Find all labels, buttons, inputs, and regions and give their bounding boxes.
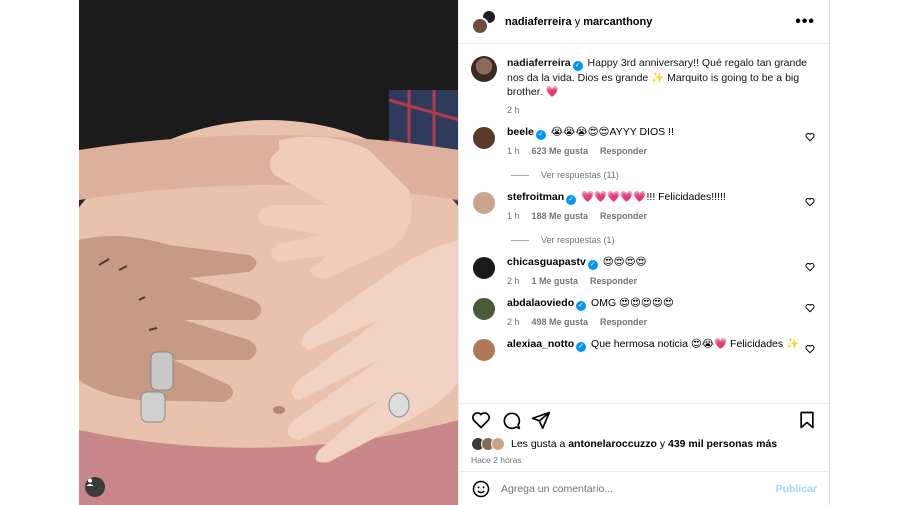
comment-item: beele ✓ 😭😭😭😍😍AYYY DIOS !! 1 h 623 Me gusta R… (469, 123, 817, 180)
post-header: nadiaferreira y marcanthony ••• (459, 0, 829, 44)
comment-avatar[interactable] (469, 335, 499, 365)
comment-username[interactable]: stefroitman (507, 191, 564, 203)
comment-like-heart-icon[interactable] (805, 303, 815, 313)
post-photo[interactable] (79, 0, 458, 505)
publish-button[interactable]: Publicar (776, 483, 817, 495)
comment-likes[interactable]: 623 Me gusta (532, 146, 589, 156)
user-icon (86, 478, 94, 486)
likes-summary[interactable]: Les gusta a antonelaroccuzzo y 439 mil p… (459, 435, 829, 451)
comments-list: beele ✓ 😭😭😭😍😍AYYY DIOS !! 1 h 623 Me gusta R… (469, 123, 817, 365)
verified-badge-icon: ✓ (576, 301, 587, 311)
action-bar (459, 403, 829, 435)
reply-button[interactable]: Responder (600, 211, 647, 221)
comment-username[interactable]: chicasguapastv (507, 256, 586, 268)
comment-like-heart-icon[interactable] (805, 197, 815, 207)
verified-badge-icon: ✓ (587, 260, 598, 270)
comment-avatar[interactable] (469, 188, 499, 218)
comment-composer: Publicar (459, 471, 829, 505)
caption-avatar[interactable] (471, 56, 497, 82)
comment-text: 😍😍😍😍 (602, 256, 647, 268)
save-bookmark-icon[interactable] (797, 410, 817, 430)
comment-text: OMG 😍😍😍😍😍 (591, 297, 674, 309)
instagram-post: nadiaferreira y marcanthony ••• nadiafer… (79, 0, 830, 505)
post-caption: nadiaferreira ✓ Happy 3rd anniversary!! Q… (471, 56, 817, 115)
comment-item: abdalaoviedo ✓ OMG 😍😍😍😍😍 2 h 498 Me gusta Re… (469, 294, 817, 327)
comment-item: stefroitman ✓ 💗💗💗💗💗!!! Felicidades!!!!! 1 … (469, 188, 817, 245)
comment-username[interactable]: abdalaoviedo (507, 297, 574, 309)
likes-mid: y (659, 438, 666, 450)
view-replies-button[interactable]: Ver respuestas (1) (511, 235, 817, 245)
verified-badge-icon: ✓ (566, 195, 577, 205)
comment-likes[interactable]: 1 Me gusta (532, 276, 579, 286)
reply-button[interactable]: Responder (600, 317, 647, 327)
comment-like-heart-icon[interactable] (805, 262, 815, 272)
post-time[interactable]: Hace 2 horas (459, 451, 829, 471)
caption-time[interactable]: 2 h (507, 105, 520, 115)
comment-item: chicasguapastv ✓ 😍😍😍😍 2 h 1 Me gusta Respond… (469, 253, 817, 286)
collab-avatars[interactable] (471, 8, 497, 35)
likes-user[interactable]: antonelaroccuzzo (568, 438, 657, 450)
verified-badge-icon: ✓ (572, 61, 583, 71)
comment-likes[interactable]: 188 Me gusta (532, 211, 589, 221)
likes-count[interactable]: 439 mil personas más (668, 438, 777, 450)
like-heart-icon[interactable] (471, 410, 491, 430)
post-sidebar: nadiaferreira y marcanthony ••• nadiafer… (458, 0, 829, 505)
comment-time[interactable]: 1 h (507, 211, 520, 221)
collab-names: nadiaferreira y marcanthony (505, 16, 795, 28)
verified-badge-icon: ✓ (576, 342, 587, 352)
header-username-2[interactable]: marcanthony (583, 16, 652, 28)
comment-username[interactable]: beele (507, 126, 534, 138)
comment-likes[interactable]: 498 Me gusta (532, 317, 589, 327)
comment-item: alexiaa_notto ✓ Que hermosa noticia 😍😭💗 F… (469, 335, 817, 365)
belly-photo-illustration (79, 0, 458, 505)
caption-username[interactable]: nadiaferreira (507, 57, 571, 69)
comment-like-heart-icon[interactable] (805, 344, 815, 354)
comment-like-heart-icon[interactable] (805, 132, 815, 142)
comment-time[interactable]: 2 h (507, 276, 520, 286)
comment-time[interactable]: 2 h (507, 317, 520, 327)
comment-avatar[interactable] (469, 294, 499, 324)
reply-button[interactable]: Responder (600, 146, 647, 156)
comment-text: 💗💗💗💗💗!!! Felicidades!!!!! (581, 191, 726, 203)
share-icon[interactable] (531, 410, 551, 430)
comment-time[interactable]: 1 h (507, 146, 520, 156)
header-username-1[interactable]: nadiaferreira (505, 16, 572, 28)
header-joiner: y (574, 15, 581, 28)
view-replies-button[interactable]: Ver respuestas (11) (511, 170, 817, 180)
liker-avatars (471, 437, 505, 451)
reply-button[interactable]: Responder (590, 276, 637, 286)
comment-username[interactable]: alexiaa_notto (507, 338, 574, 350)
emoji-icon[interactable] (471, 479, 491, 499)
tagged-user-button[interactable] (85, 477, 105, 497)
comment-text: 😭😭😭😍😍AYYY DIOS !! (550, 126, 674, 138)
comment-input[interactable] (501, 482, 776, 495)
view-replies-label: Ver respuestas (11) (541, 170, 619, 180)
likes-prefix: Les gusta a (511, 438, 566, 450)
comments-scroll-area[interactable]: nadiaferreira ✓ Happy 3rd anniversary!! Q… (459, 44, 829, 403)
comment-text: Que hermosa noticia 😍😭💗 Felicidades ✨ (591, 338, 800, 350)
verified-badge-icon: ✓ (535, 130, 546, 140)
more-options-icon[interactable]: ••• (795, 13, 815, 30)
comment-icon[interactable] (501, 410, 521, 430)
avatar-nadiaferreira[interactable] (471, 16, 489, 35)
view-replies-label: Ver respuestas (1) (541, 235, 615, 245)
comment-avatar[interactable] (469, 253, 499, 283)
comment-avatar[interactable] (469, 123, 499, 153)
